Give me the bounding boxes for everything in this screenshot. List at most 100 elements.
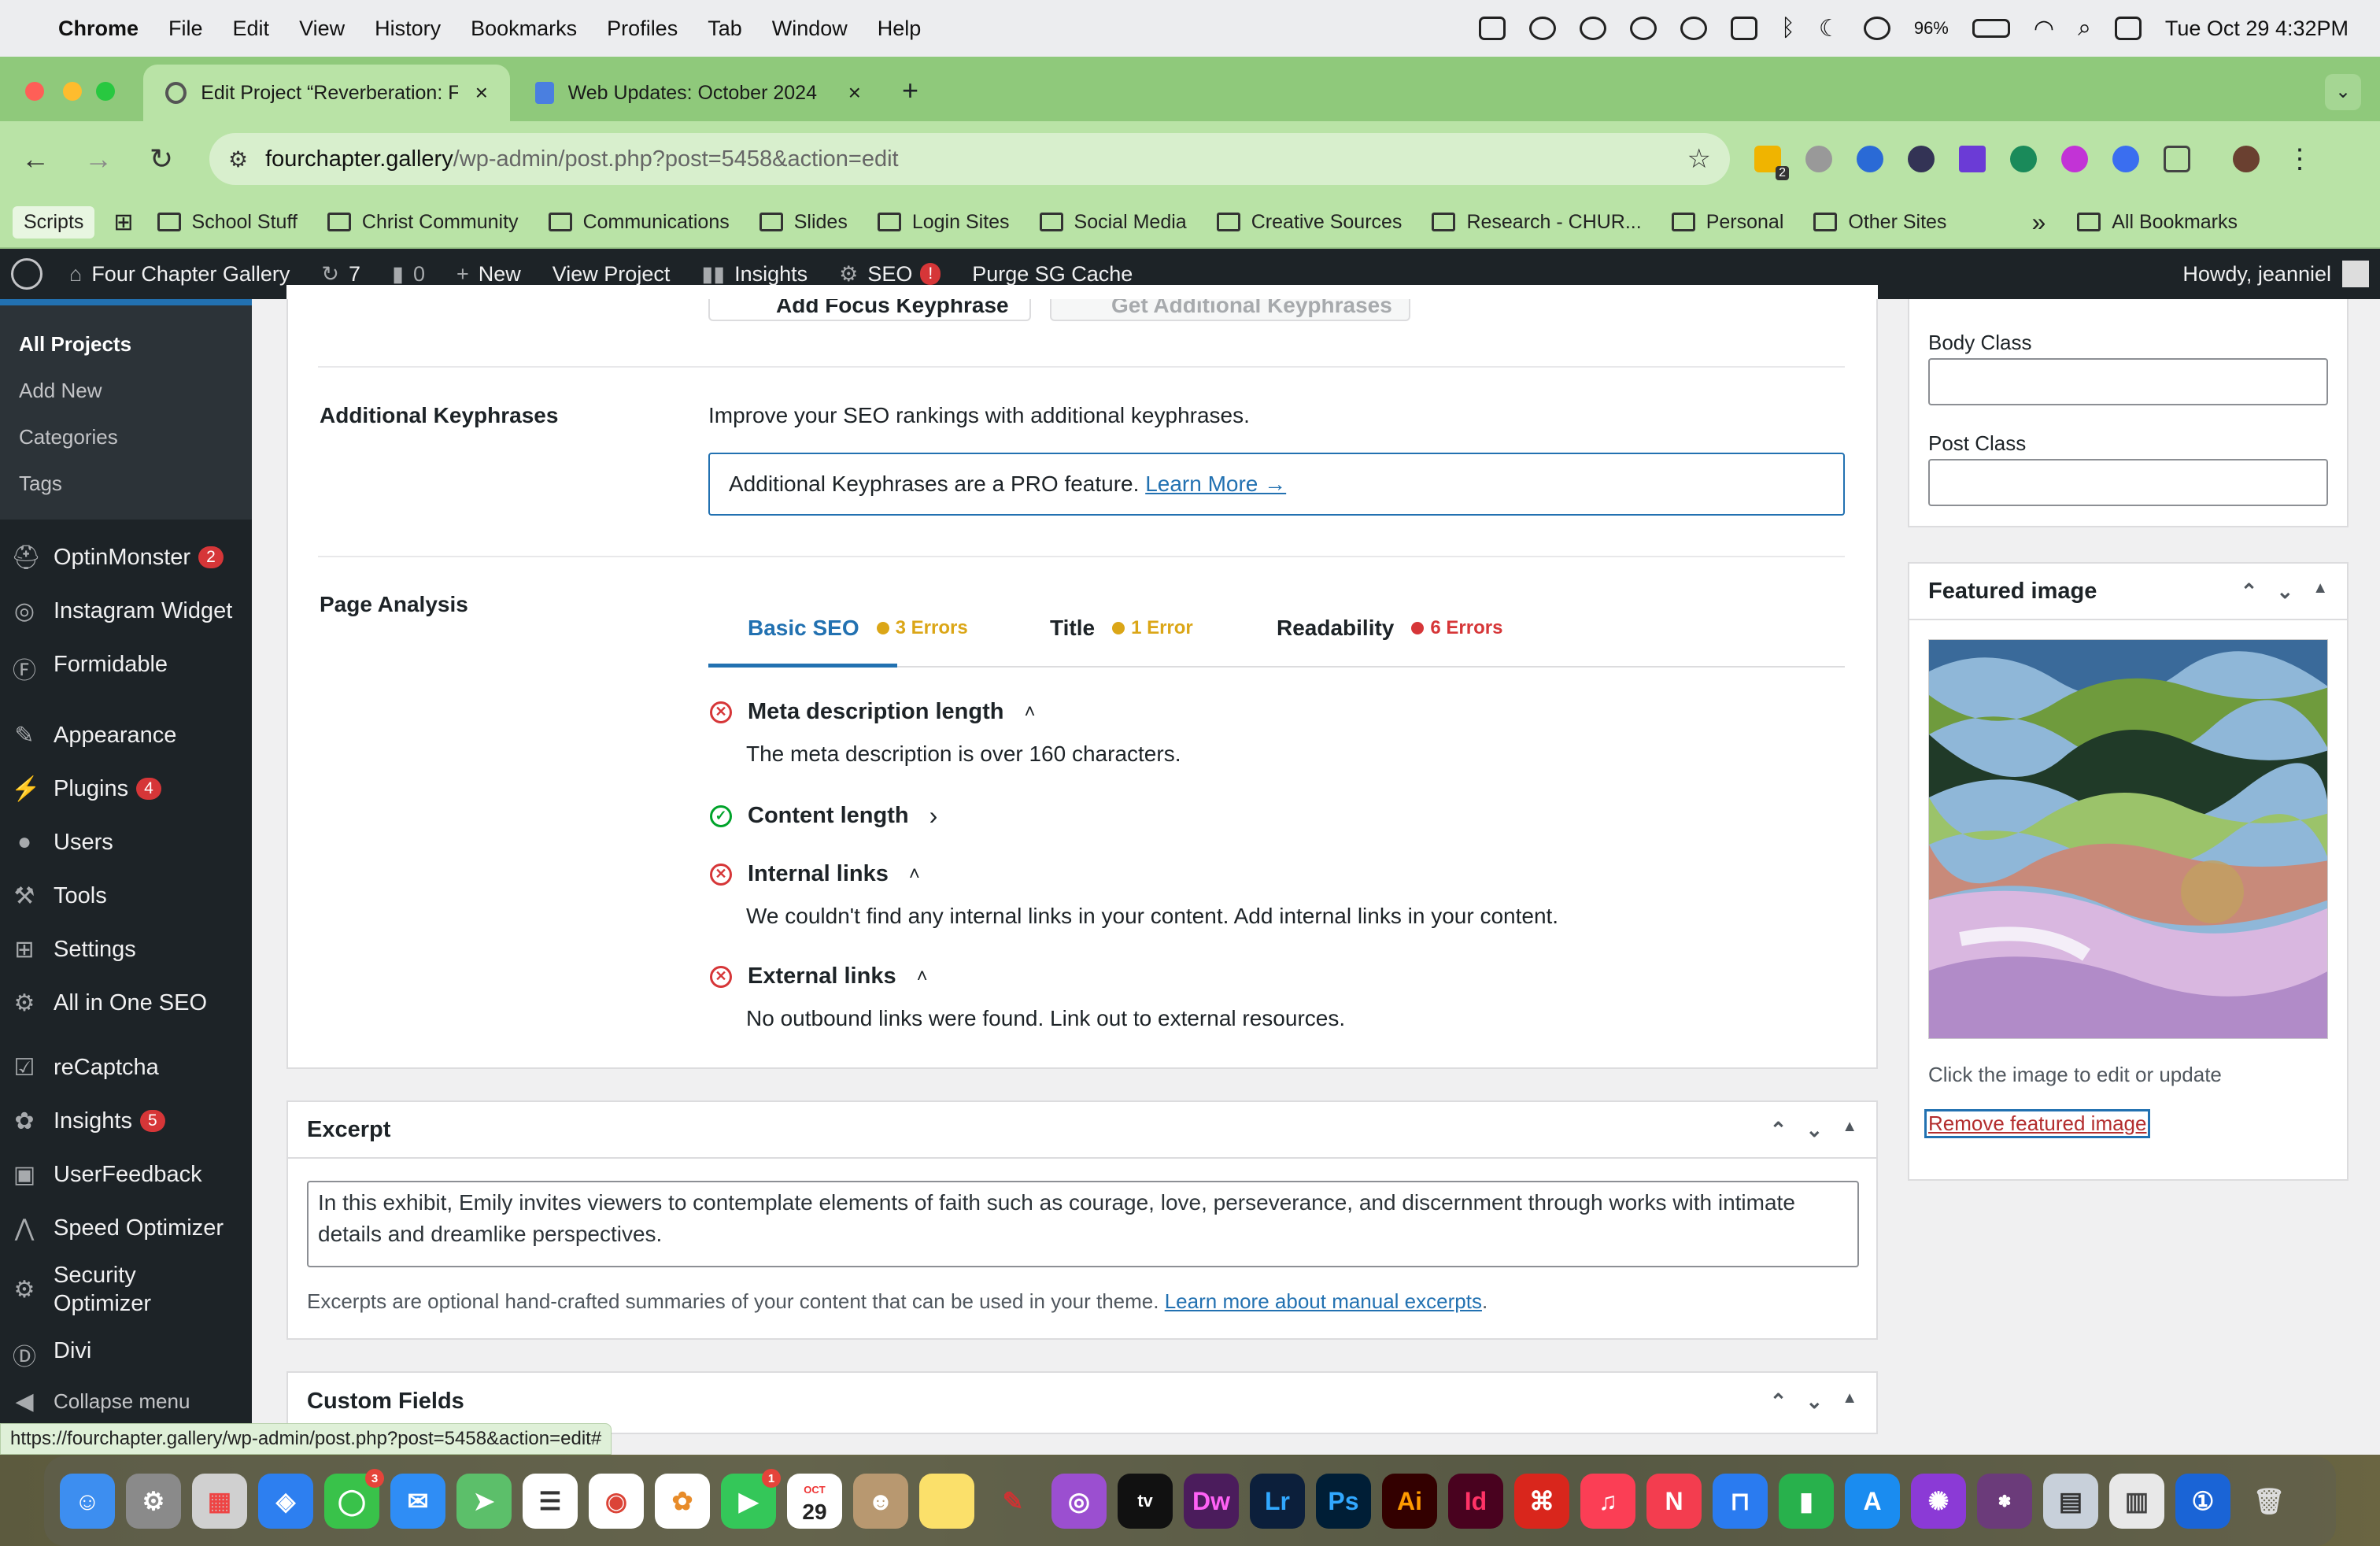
sidebar-item-instagram-widget[interactable]: ◎ Instagram Widget: [0, 584, 252, 638]
move-up-icon[interactable]: ⌃: [1770, 1118, 1787, 1142]
sidebar-item-users[interactable]: ● Users: [0, 816, 252, 869]
minimize-window-button[interactable]: [63, 82, 82, 101]
iq-extension-icon[interactable]: [1857, 146, 1883, 172]
dock-safari-icon[interactable]: ◈: [258, 1474, 313, 1529]
dock-mail-icon[interactable]: ✉: [390, 1474, 445, 1529]
dock-messages-icon[interactable]: ◯ 3: [324, 1469, 384, 1529]
move-down-icon[interactable]: ⌄: [1805, 1389, 1823, 1414]
dock-finder-icon[interactable]: ☺: [60, 1474, 115, 1529]
close-window-button[interactable]: [25, 82, 44, 101]
focus-moon-icon[interactable]: ☾: [1819, 15, 1840, 43]
menu-edit[interactable]: Edit: [233, 17, 270, 41]
zoom-window-button[interactable]: [96, 82, 115, 101]
check-meta-description[interactable]: ✕ Meta description length ˄: [710, 699, 1036, 725]
move-up-icon[interactable]: ⌃: [2241, 579, 2258, 604]
sidebar-item-recaptcha[interactable]: ☑ reCaptcha: [0, 1041, 252, 1094]
color-extension-icon[interactable]: [2061, 146, 2088, 172]
dock-pencil-icon[interactable]: ✎: [985, 1474, 1040, 1529]
bookmark-folder[interactable]: Social Media: [1039, 211, 1187, 234]
apps-grid-icon[interactable]: ⊞: [113, 209, 133, 236]
bookmark-folder[interactable]: Personal: [1671, 211, 1783, 234]
y-extension-icon[interactable]: [1959, 146, 1986, 172]
tab-title[interactable]: Title 1 Error: [1050, 616, 1193, 641]
bookmark-scripts[interactable]: Scripts: [13, 205, 95, 239]
tab-edit-project[interactable]: Edit Project “Reverberation: F ×: [143, 65, 510, 121]
dock-music-icon[interactable]: ♫: [1580, 1474, 1635, 1529]
move-down-icon[interactable]: ⌄: [1805, 1118, 1823, 1142]
toggle-panel-icon[interactable]: ▲: [2312, 579, 2328, 604]
dock-calendar-icon[interactable]: OCT 29: [787, 1474, 842, 1529]
sidecar-icon[interactable]: [1730, 17, 1757, 40]
close-tab-icon[interactable]: ×: [475, 80, 488, 105]
dock-archive-icon[interactable]: ▥: [2109, 1474, 2164, 1529]
post-class-input[interactable]: [1928, 459, 2328, 506]
dock-contacts-icon[interactable]: ☻: [853, 1474, 908, 1529]
sync-status-icon[interactable]: [1579, 17, 1606, 40]
toggle-panel-icon[interactable]: ▲: [1842, 1389, 1857, 1414]
dock-reminders-icon[interactable]: ☰: [523, 1474, 578, 1529]
control-center-icon[interactable]: [2114, 17, 2142, 40]
dock-photoshop-icon[interactable]: Ps: [1316, 1474, 1371, 1529]
menu-bookmarks[interactable]: Bookmarks: [471, 17, 577, 41]
dock-trash-icon[interactable]: 🗑: [2241, 1474, 2297, 1529]
clock[interactable]: Tue Oct 29 4:32PM: [2165, 17, 2349, 41]
tab-search-chevron-icon[interactable]: ⌄: [2325, 74, 2361, 110]
sidebar-item-userfeedback[interactable]: ▣ UserFeedback: [0, 1148, 252, 1201]
check-content-length[interactable]: ✓ Content length ›: [710, 801, 937, 830]
admin-bar-insights[interactable]: ▮▮ Insights: [701, 262, 808, 287]
admin-bar-site[interactable]: ⌂ Four Chapter Gallery: [69, 262, 290, 287]
chrome-menu-icon[interactable]: ⋮: [2286, 143, 2313, 175]
admin-bar-comments[interactable]: ▮ 0: [392, 262, 425, 287]
remove-featured-image-link[interactable]: Remove featured image: [1924, 1109, 2151, 1138]
dock-acrobat-icon[interactable]: ⌘: [1514, 1474, 1569, 1529]
grammarly-icon[interactable]: [1629, 17, 1657, 40]
forward-arrow-icon[interactable]: →: [83, 142, 113, 176]
wordpress-logo-icon[interactable]: [11, 258, 42, 290]
bookmark-folder[interactable]: School Stuff: [157, 211, 298, 234]
bookmark-folder[interactable]: Christ Community: [327, 211, 519, 234]
spotlight-search-icon[interactable]: ⌕: [2078, 15, 2091, 42]
sidebar-item-speed-optimizer[interactable]: ⋀ Speed Optimizer: [0, 1201, 252, 1255]
bluetooth-icon[interactable]: ᛒ: [1781, 15, 1795, 42]
bookmarks-overflow-icon[interactable]: »: [2031, 208, 2046, 237]
manual-excerpts-link[interactable]: Learn more about manual excerpts: [1165, 1289, 1482, 1313]
dock-chrome-icon[interactable]: ◉: [589, 1474, 644, 1529]
submenu-all-projects[interactable]: All Projects: [0, 321, 252, 368]
adobe-status-icon[interactable]: [1478, 17, 1506, 40]
tab-readability[interactable]: Readability 6 Errors: [1277, 616, 1502, 641]
admin-bar-view-project[interactable]: View Project: [552, 262, 671, 287]
wifi-icon[interactable]: ◠: [2034, 15, 2054, 43]
sidebar-item-insights[interactable]: ✿ Insights 5: [0, 1094, 252, 1148]
chevron-up-icon[interactable]: ˄: [1024, 701, 1035, 723]
bookmark-folder[interactable]: Creative Sources: [1216, 211, 1402, 234]
address-bar[interactable]: ⚙ fourchapter.gallery /wp-admin/post.php…: [209, 133, 1730, 185]
featured-image-thumbnail[interactable]: [1928, 639, 2328, 1039]
check-external-links[interactable]: ✕ External links ˄: [710, 963, 928, 989]
sidebar-item-settings[interactable]: ⊞ Settings: [0, 923, 252, 976]
dock-illustrator-icon[interactable]: Ai: [1382, 1474, 1437, 1529]
admin-bar-seo[interactable]: ⚙ SEO!: [839, 262, 941, 287]
submenu-add-new[interactable]: Add New: [0, 368, 252, 414]
sidebar-item-tools[interactable]: ⚒ Tools: [0, 869, 252, 923]
battery-icon[interactable]: [1972, 19, 2010, 38]
dock-podcasts-icon[interactable]: ◎: [1051, 1474, 1107, 1529]
dock-numbers-icon[interactable]: ▮: [1779, 1474, 1834, 1529]
menu-file[interactable]: File: [168, 17, 203, 41]
submenu-categories[interactable]: Categories: [0, 414, 252, 460]
admin-bar-account[interactable]: Howdy, jeanniel: [2182, 261, 2369, 287]
seo-extension-icon[interactable]: [1908, 146, 1935, 172]
bookmark-folder[interactable]: Communications: [548, 211, 730, 234]
dock-keynote-icon[interactable]: ⊓: [1713, 1474, 1768, 1529]
sidebar-item-security-optimizer[interactable]: ⚙ Security Optimizer: [0, 1255, 252, 1324]
bookmark-folder[interactable]: Slides: [759, 211, 848, 234]
camera-extension-icon[interactable]: [1805, 146, 1832, 172]
sidebar-item-appearance[interactable]: ✎ Appearance: [0, 708, 252, 762]
sidebar-item-plugins[interactable]: ⚡ Plugins 4: [0, 762, 252, 816]
admin-bar-updates[interactable]: ↻ 7: [321, 262, 360, 287]
toggle-panel-icon[interactable]: ▲: [1842, 1118, 1857, 1142]
extension-badge-icon[interactable]: 2: [1754, 146, 1789, 180]
sidebar-item-aioseo[interactable]: ⚙ All in One SEO: [0, 976, 252, 1030]
dock-settings-icon[interactable]: ⚙: [126, 1474, 181, 1529]
dock-maps-icon[interactable]: ➤: [456, 1474, 512, 1529]
submenu-tags[interactable]: Tags: [0, 460, 252, 507]
